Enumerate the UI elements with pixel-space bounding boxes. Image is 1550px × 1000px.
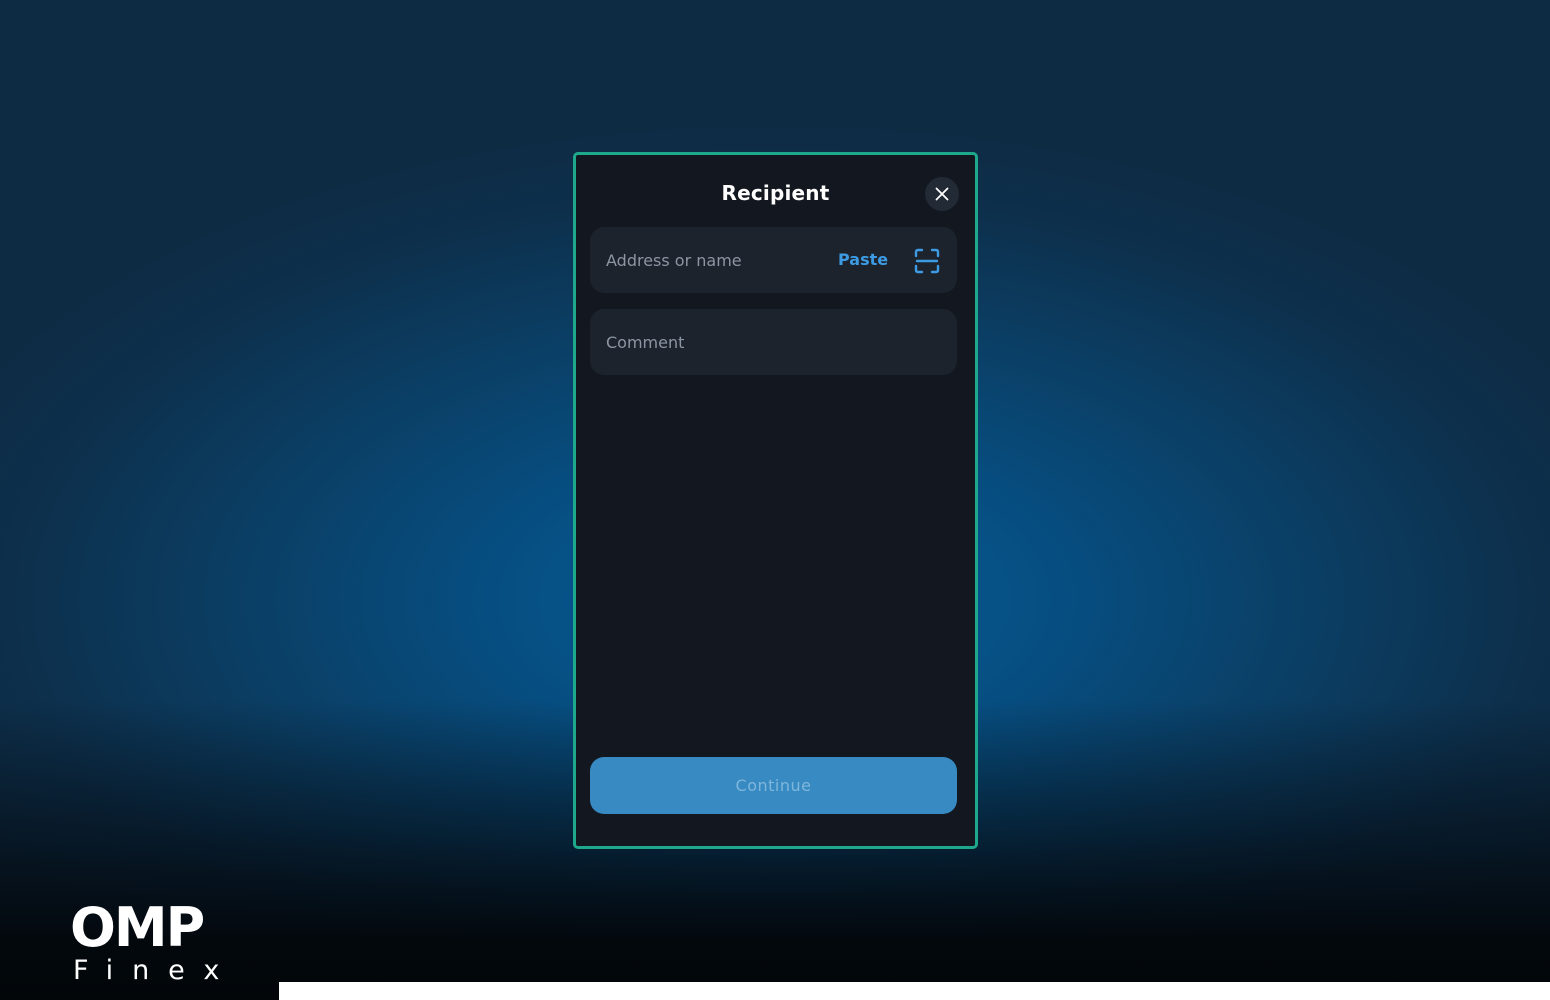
close-icon — [935, 187, 949, 201]
brand-logo: OMP Finex — [70, 900, 238, 986]
scan-qr-icon — [914, 248, 940, 274]
modal-title: Recipient — [721, 181, 830, 205]
comment-input[interactable] — [606, 309, 936, 375]
app-stage: Recipient Paste Continue — [0, 0, 1550, 1000]
bottom-strip — [279, 982, 1550, 1000]
comment-field — [590, 309, 957, 375]
brand-name: OMP — [70, 896, 205, 959]
address-field: Paste — [590, 227, 957, 293]
address-input[interactable] — [606, 227, 826, 293]
scan-button[interactable] — [914, 248, 940, 274]
continue-button[interactable]: Continue — [590, 757, 957, 814]
close-button[interactable] — [925, 177, 959, 211]
recipient-modal: Recipient Paste Continue — [573, 152, 978, 849]
brand-subtitle: Finex — [73, 955, 239, 986]
paste-button[interactable]: Paste — [838, 227, 888, 293]
